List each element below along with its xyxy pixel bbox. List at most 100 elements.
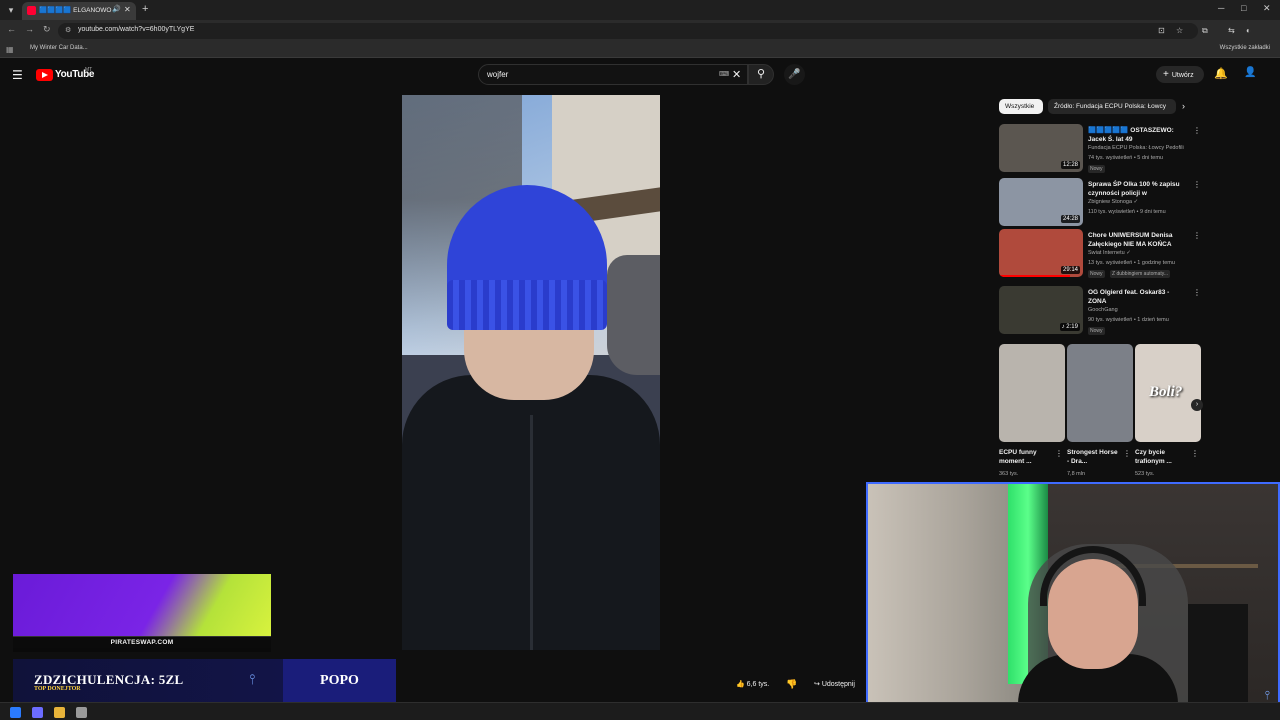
tab-search-icon[interactable]: ▾: [4, 3, 18, 17]
all-bookmarks-link[interactable]: Wszystkie zakładki: [1220, 45, 1270, 51]
recommendation-item[interactable]: ♪ 2:19 OG Olgierd feat. Oskar83 - ZONA Goo…: [999, 286, 1201, 336]
more-options-icon[interactable]: ⋮: [1055, 449, 1063, 458]
video-thumbnail[interactable]: 29:14: [999, 229, 1083, 277]
create-button[interactable]: + Utwórz: [1156, 66, 1204, 83]
short-title[interactable]: ECPU funny moment ...: [999, 448, 1053, 466]
video-title[interactable]: 🟦🟦🟦🟦🟦 OSTASZEWO: Jacek Ś. lat 49: [1088, 126, 1186, 144]
duration-badge: 29:14: [1060, 266, 1080, 274]
reload-icon[interactable]: ↻: [43, 24, 51, 35]
more-options-icon[interactable]: ⋮: [1193, 180, 1201, 189]
url-text[interactable]: youtube.com/watch?v=6h00yTLYgYE: [78, 26, 194, 33]
share-label: Udostępnij: [821, 681, 855, 688]
short-title[interactable]: Czy bycie trafionym ...: [1135, 448, 1189, 466]
video-meta: 90 tys. wyświetleń • 1 dzień temu: [1088, 317, 1169, 323]
profile-icon[interactable]: ◐: [1246, 26, 1251, 35]
sponsor-graphic: [13, 574, 271, 636]
dubbing-badge: Z dubbingiem automaty...: [1110, 270, 1171, 278]
duration-badge: 24:28: [1060, 215, 1080, 223]
new-tab-button[interactable]: +: [142, 3, 148, 15]
channel-name[interactable]: Świat Internetu ✓: [1088, 250, 1196, 256]
video-frame-animal: [607, 255, 660, 375]
tab-title: 🟦🟦🟦🟦 ELGANOWO: [39, 7, 112, 14]
short-thumbnail[interactable]: [999, 344, 1065, 442]
share-button[interactable]: ↪ Udostępnij: [814, 676, 855, 693]
video-player[interactable]: [402, 95, 660, 650]
country-code: MT: [85, 67, 93, 73]
back-icon[interactable]: ←: [7, 24, 16, 34]
address-bar[interactable]: ⚙ youtube.com/watch?v=6h00yTLYgYE ⊡ ☆: [58, 23, 1198, 39]
watch-progress: [999, 275, 1071, 277]
cast-icon[interactable]: ⇆: [1228, 26, 1235, 35]
more-options-icon[interactable]: ⋮: [1193, 126, 1201, 135]
windows-start-icon[interactable]: [10, 707, 21, 718]
short-views: 523 tys.: [1135, 471, 1155, 477]
more-options-icon[interactable]: ⋮: [1193, 231, 1201, 240]
channel-name[interactable]: GoochGang: [1088, 307, 1196, 313]
new-badge: Nowy: [1088, 270, 1105, 278]
site-info-icon[interactable]: ⚙: [65, 26, 71, 34]
audio-icon[interactable]: 🔊: [112, 5, 121, 13]
chevron-right-icon[interactable]: ›: [1182, 99, 1185, 114]
menu-icon[interactable]: ☰: [12, 68, 23, 82]
video-thumbnail[interactable]: 24:28: [999, 178, 1083, 226]
video-title[interactable]: OG Olgierd feat. Oskar83 - ZONA: [1088, 288, 1186, 306]
app-icon[interactable]: [76, 707, 87, 718]
voice-search-button[interactable]: 🎤: [784, 64, 805, 85]
bookmark-star-icon[interactable]: ☆: [1176, 26, 1183, 35]
sponsor-banner: PIRATESWAP.COM: [13, 574, 271, 652]
youtube-favicon-icon: [27, 6, 36, 15]
search-input[interactable]: wojfer ⌨ ✕: [478, 64, 748, 85]
discord-icon[interactable]: [32, 707, 43, 718]
forward-icon[interactable]: →: [25, 24, 34, 34]
chip-all[interactable]: Wszystkie: [999, 99, 1043, 114]
search-button[interactable]: ⚲: [748, 64, 774, 85]
video-frame-beanie-band: [447, 280, 607, 330]
close-window-icon[interactable]: ✕: [1263, 3, 1271, 14]
dislike-button[interactable]: 👎: [786, 676, 797, 693]
more-options-icon[interactable]: ⋮: [1191, 449, 1199, 458]
webcam-overlay: ⫯: [866, 482, 1280, 715]
cam-wall: [868, 484, 1028, 713]
like-button[interactable]: 👍 6,6 tys.: [730, 676, 778, 693]
avatar[interactable]: 👤: [1244, 67, 1256, 81]
recommendation-item[interactable]: 24:28 Sprawa ŚP Olka 100 % zapisu czynnoś…: [999, 178, 1201, 228]
chrome-icon[interactable]: [54, 707, 65, 718]
donor-name: POPO: [320, 673, 359, 688]
bookmark-item[interactable]: My Winter Car Data...: [30, 45, 88, 51]
youtube-logo-icon[interactable]: [36, 69, 53, 81]
recommendation-item[interactable]: 29:14 Chore UNIWERSUM Denisa Załęckiego N…: [999, 229, 1201, 279]
short-views: 7,8 mln: [1067, 471, 1086, 477]
more-options-icon[interactable]: ⋮: [1123, 449, 1131, 458]
short-thumbnail[interactable]: Boli?: [1135, 344, 1201, 442]
video-title[interactable]: Sprawa ŚP Olka 100 % zapisu czynności po…: [1088, 180, 1186, 199]
stream-logo-icon: ⫯: [249, 671, 256, 687]
video-thumbnail[interactable]: 12:28: [999, 124, 1083, 172]
recommendation-item[interactable]: 12:28 🟦🟦🟦🟦🟦 OSTASZEWO: Jacek Ś. lat 49 Fun…: [999, 124, 1201, 174]
browser-tab[interactable]: 🟦🟦🟦🟦 ELGANOWO 🔊 ✕: [22, 2, 136, 20]
close-tab-icon[interactable]: ✕: [124, 5, 131, 14]
clear-search-icon[interactable]: ✕: [732, 68, 741, 81]
new-badge: Nowy: [1088, 165, 1105, 173]
thumbs-up-icon: 👍: [736, 681, 745, 688]
more-options-icon[interactable]: ⋮: [1193, 288, 1201, 297]
notifications-bell-icon[interactable]: 🔔: [1214, 67, 1228, 80]
video-frame-zipper: [530, 415, 533, 650]
video-title[interactable]: Chore UNIWERSUM Denisa Załęckiego NIE MA…: [1088, 231, 1186, 249]
duration-badge: 12:28: [1060, 161, 1080, 169]
channel-name[interactable]: Zbigniew Stonoga ✓: [1088, 199, 1196, 205]
short-title[interactable]: Strongest Horse - Dra...: [1067, 448, 1121, 466]
keyboard-icon[interactable]: ⌨: [719, 70, 729, 78]
install-icon[interactable]: ⊡: [1158, 26, 1165, 35]
video-thumbnail[interactable]: ♪ 2:19: [999, 286, 1083, 334]
short-thumbnail[interactable]: [1067, 344, 1133, 442]
extensions-icon[interactable]: ⧉: [1202, 26, 1208, 36]
shorts-next-icon[interactable]: ›: [1191, 399, 1203, 411]
maximize-icon[interactable]: □: [1241, 3, 1246, 13]
channel-name[interactable]: Fundacja ECPU Polska: Łowcy Pedofili: [1088, 145, 1196, 151]
chip-source[interactable]: Źródło: Fundacja ECPU Polska: Łowcy: [1048, 99, 1176, 114]
donor-name-box: POPO: [283, 659, 396, 703]
stream-logo-icon: ⫯: [1264, 688, 1270, 702]
apps-icon[interactable]: ▦: [6, 45, 14, 54]
minimize-icon[interactable]: ─: [1218, 3, 1224, 13]
search-query[interactable]: wojfer: [487, 70, 508, 79]
